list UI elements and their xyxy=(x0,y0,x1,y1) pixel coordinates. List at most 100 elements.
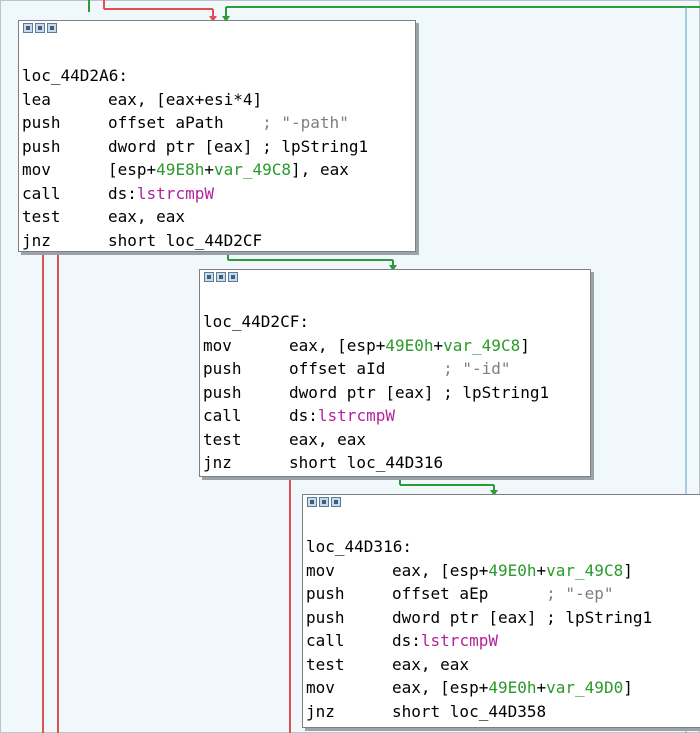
instruction-operand: + xyxy=(536,678,547,697)
instruction-operand: 49E8h xyxy=(156,160,205,179)
instruction-operand: eax, eax xyxy=(392,654,470,674)
instruction-operand: offset aEp xyxy=(392,584,547,603)
instruction-line[interactable]: mov eax, [esp+49E0h+var_49C8] xyxy=(203,334,590,358)
instruction-operand: 49E0h xyxy=(488,560,537,580)
node-titlebar xyxy=(200,270,590,285)
instruction-operand: eax, [esp+ xyxy=(392,678,489,697)
instruction-operand: ds: xyxy=(108,183,137,203)
instruction-operand: ds: xyxy=(392,631,421,650)
instruction-operand: ] xyxy=(623,678,633,697)
instruction-mnemonic: push xyxy=(203,382,242,402)
instruction-operand: short loc_44D316 xyxy=(289,453,444,472)
instruction-line[interactable]: test eax, eax xyxy=(306,653,700,677)
code-block-loc_44D316[interactable]: loc_44D316: mov eax, [esp+49E0h+var_49C8] p… xyxy=(302,494,700,728)
instruction-line[interactable]: push offset aId ; "-id" xyxy=(203,357,590,381)
instruction-line[interactable]: push offset aPath ; "-path" xyxy=(22,111,415,135)
instruction-operand[interactable]: lstrcmpW xyxy=(137,184,214,203)
code-label[interactable]: loc_44D2A6: xyxy=(22,64,415,88)
instruction-line[interactable]: call ds:lstrcmpW xyxy=(203,404,590,428)
instruction-mnemonic: push xyxy=(22,113,61,132)
node-titlebar xyxy=(303,495,700,510)
instruction-operand: ; "-path" xyxy=(262,113,349,132)
node-group-icon[interactable] xyxy=(319,497,329,507)
instruction-operand: ], eax xyxy=(291,160,349,179)
instruction-operand: dword ptr [eax] ; lpString1 xyxy=(289,382,550,402)
instruction-mnemonic: push xyxy=(203,359,242,378)
code-label[interactable]: loc_44D2CF: xyxy=(203,310,590,334)
instruction-operand: 49E0h xyxy=(488,678,537,697)
instruction-operand[interactable]: var_49D0 xyxy=(546,678,623,697)
instruction-operand: short loc_44D2CF xyxy=(108,230,263,250)
instruction-mnemonic: test xyxy=(22,207,61,226)
instruction-mnemonic: jnz xyxy=(306,701,335,721)
node-code: loc_44D2A6: lea eax, [eax+esi*4] push offset… xyxy=(19,36,415,252)
instruction-mnemonic: mov xyxy=(306,678,335,697)
instruction-operand: offset aPath xyxy=(108,113,263,132)
instruction-mnemonic: jnz xyxy=(203,453,232,472)
instruction-operand[interactable]: var_49C8 xyxy=(546,561,623,580)
instruction-mnemonic: jnz xyxy=(22,230,51,250)
instruction-operand[interactable]: var_49C8 xyxy=(214,160,291,179)
node-graph-icon[interactable] xyxy=(228,272,238,282)
instruction-operand[interactable]: lstrcmpW xyxy=(318,406,395,425)
instruction-mnemonic: call xyxy=(306,631,345,650)
node-color-icon[interactable] xyxy=(204,272,214,282)
instruction-line[interactable]: call ds:lstrcmpW xyxy=(306,629,700,653)
instruction-line[interactable]: jnz short loc_44D2CF xyxy=(22,229,415,253)
code-label[interactable]: loc_44D316: xyxy=(306,535,700,559)
code-block-loc_44D2CF[interactable]: loc_44D2CF: mov eax, [esp+49E0h+var_49C8] p… xyxy=(199,269,591,477)
node-color-icon[interactable] xyxy=(23,23,33,33)
instruction-mnemonic: push xyxy=(22,136,61,156)
node-group-icon[interactable] xyxy=(35,23,45,33)
instruction-line[interactable]: mov eax, [esp+49E0h+var_49C8] xyxy=(306,559,700,583)
node-graph-icon[interactable] xyxy=(47,23,57,33)
instruction-mnemonic: mov xyxy=(306,560,335,580)
instruction-operand: eax, eax xyxy=(289,429,367,449)
instruction-line[interactable]: test eax, eax xyxy=(203,428,590,452)
instruction-operand: dword ptr [eax] ; lpString1 xyxy=(108,136,369,156)
instruction-operand[interactable]: var_49C8 xyxy=(443,336,520,355)
instruction-line[interactable]: push offset aEp ; "-ep" xyxy=(306,582,700,606)
instruction-operand: + xyxy=(433,335,444,355)
instruction-operand: eax, [esp+ xyxy=(289,335,386,355)
instruction-operand: ; "-id" xyxy=(443,359,511,378)
instruction-line[interactable]: push dword ptr [eax] ; lpString1 xyxy=(203,381,590,405)
instruction-line[interactable]: call ds:lstrcmpW xyxy=(22,182,415,206)
node-code: loc_44D316: mov eax, [esp+49E0h+var_49C8] p… xyxy=(303,510,700,723)
instruction-line[interactable]: mov eax, [esp+49E0h+var_49D0] xyxy=(306,676,700,700)
node-color-icon[interactable] xyxy=(307,497,317,507)
code-block-loc_44D2A6[interactable]: loc_44D2A6: lea eax, [eax+esi*4] push offset… xyxy=(18,20,416,252)
instruction-operand: ds: xyxy=(289,406,318,425)
instruction-line[interactable]: jnz short loc_44D316 xyxy=(203,451,590,475)
instruction-operand: [esp+ xyxy=(108,160,157,179)
instruction-operand: ] xyxy=(520,335,530,355)
node-titlebar xyxy=(19,21,415,36)
instruction-operand: 49E0h xyxy=(385,335,434,355)
instruction-mnemonic: mov xyxy=(203,335,232,355)
instruction-operand: dword ptr [eax] ; lpString1 xyxy=(392,607,653,627)
node-group-icon[interactable] xyxy=(216,272,226,282)
instruction-line[interactable]: lea eax, [eax+esi*4] xyxy=(22,88,415,112)
instruction-mnemonic: call xyxy=(22,183,61,203)
instruction-operand: + xyxy=(204,160,214,179)
instruction-operand: + xyxy=(536,560,547,580)
instruction-operand: eax, eax xyxy=(108,207,186,226)
instruction-operand: short loc_44D358 xyxy=(392,701,547,721)
instruction-mnemonic: push xyxy=(306,607,345,627)
instruction-mnemonic: call xyxy=(203,406,242,425)
instruction-operand: ; "-ep" xyxy=(546,584,614,603)
instruction-operand: eax, [esp+ xyxy=(392,560,489,580)
instruction-mnemonic: lea xyxy=(22,89,51,109)
instruction-mnemonic: test xyxy=(306,654,345,674)
node-code: loc_44D2CF: mov eax, [esp+49E0h+var_49C8] p… xyxy=(200,285,590,475)
instruction-mnemonic: push xyxy=(306,584,345,603)
instruction-operand[interactable]: lstrcmpW xyxy=(421,631,498,650)
instruction-line[interactable]: push dword ptr [eax] ; lpString1 xyxy=(306,606,700,630)
node-graph-icon[interactable] xyxy=(331,497,341,507)
instruction-line[interactable]: test eax, eax xyxy=(22,205,415,229)
instruction-operand: offset aId xyxy=(289,359,444,378)
instruction-line[interactable]: push dword ptr [eax] ; lpString1 xyxy=(22,135,415,159)
instruction-operand: eax, [eax+esi*4] xyxy=(108,89,263,109)
instruction-line[interactable]: mov [esp+49E8h+var_49C8], eax xyxy=(22,158,415,182)
instruction-line[interactable]: jnz short loc_44D358 xyxy=(306,700,700,724)
